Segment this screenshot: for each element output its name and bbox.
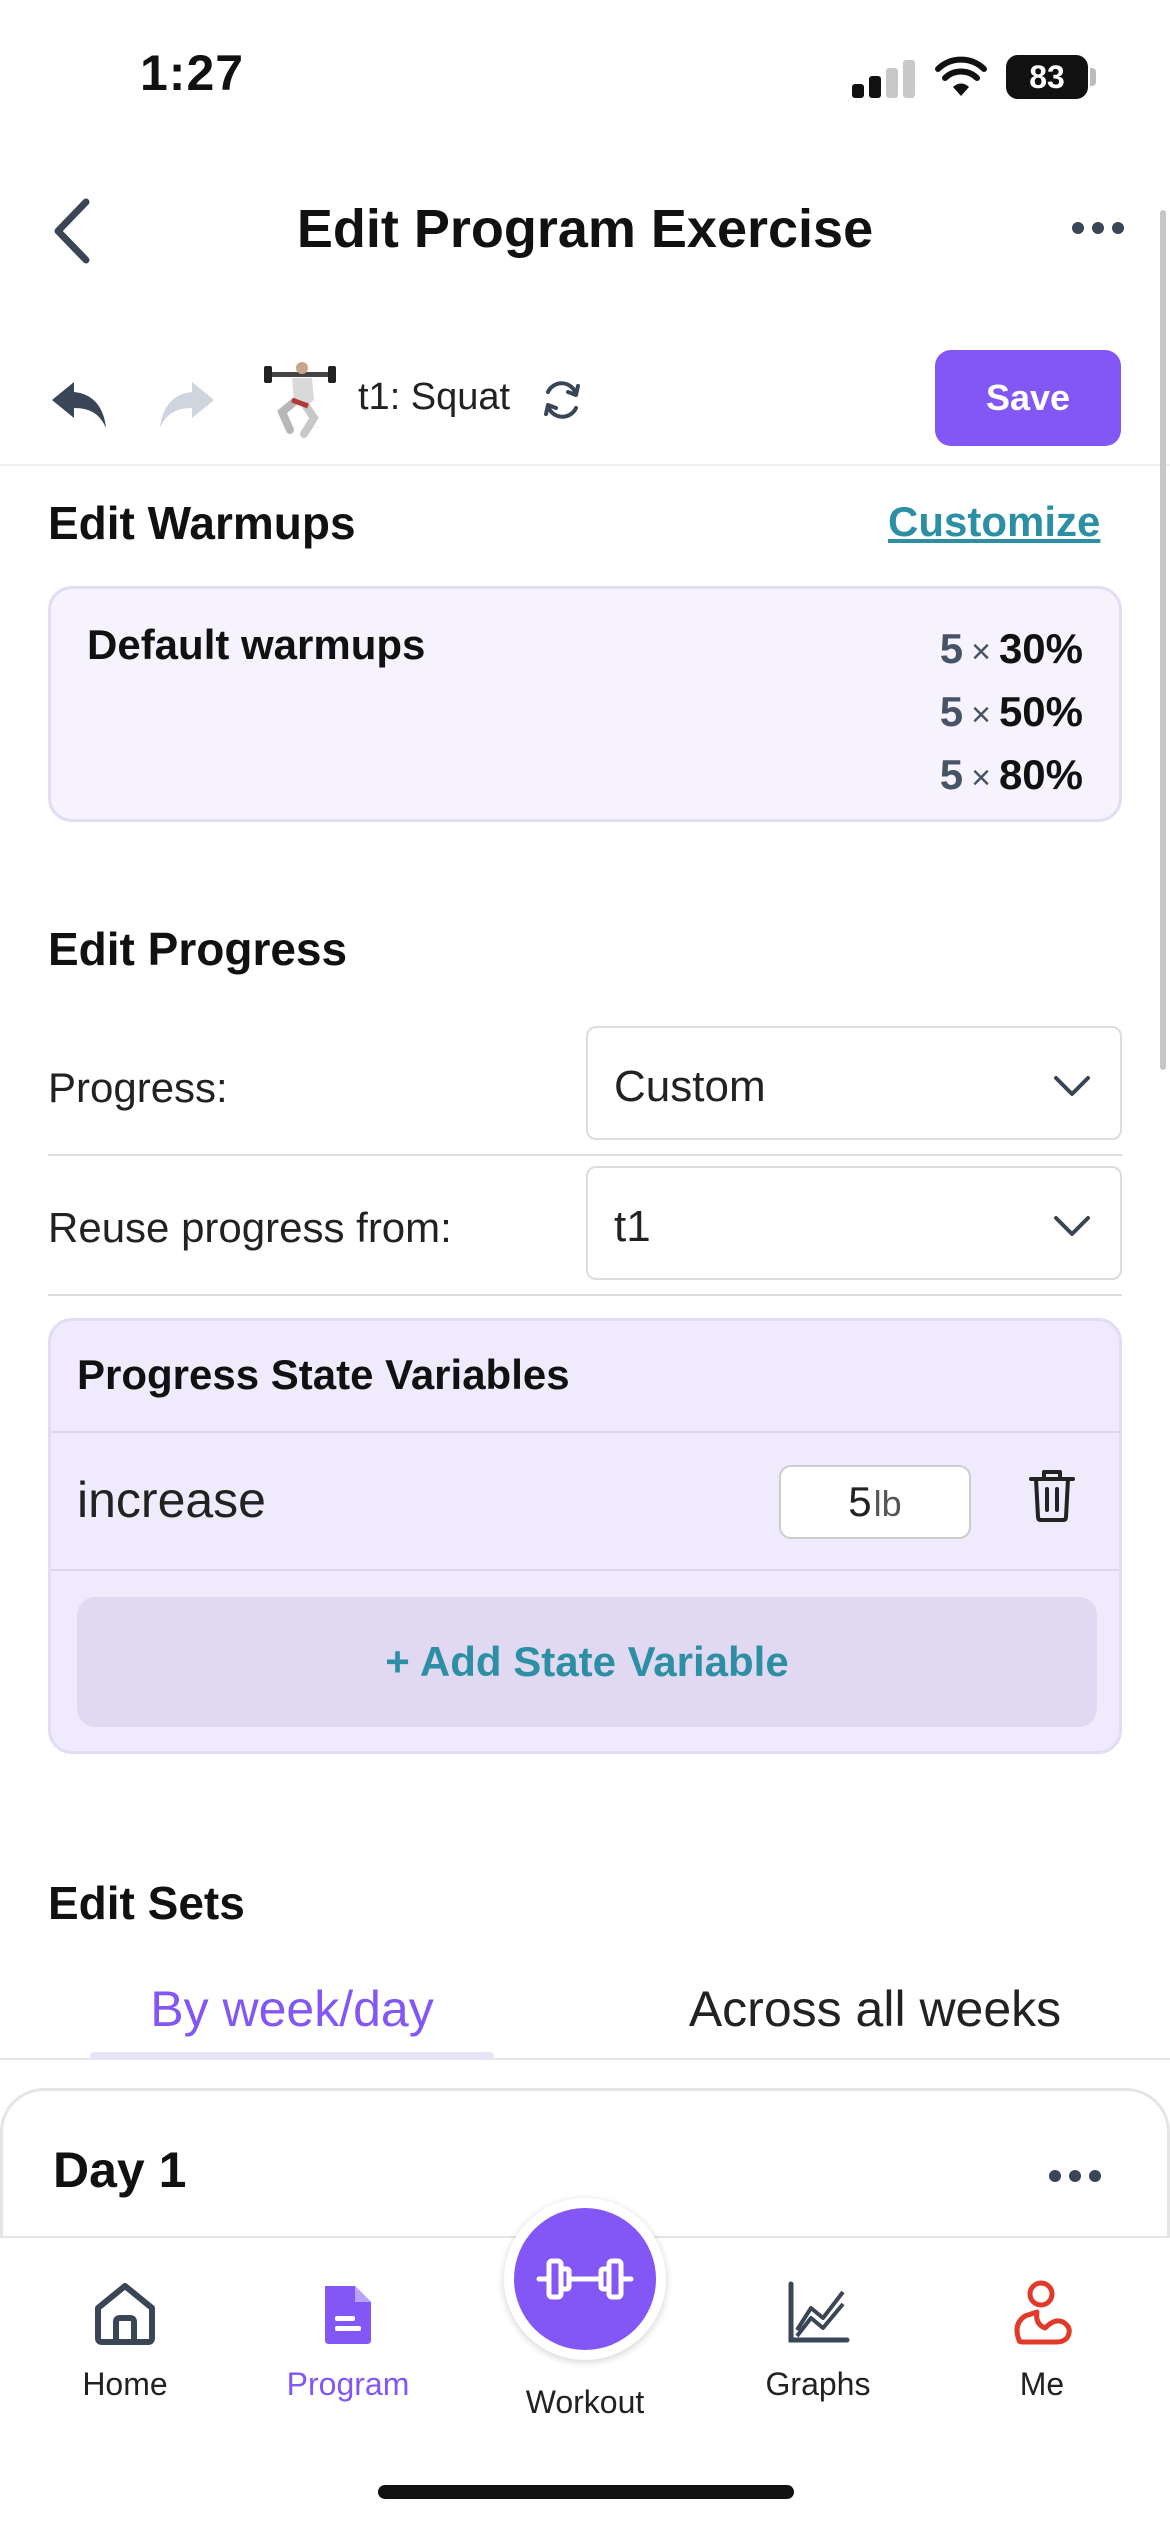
- undo-icon[interactable]: [44, 368, 114, 438]
- exercise-name[interactable]: t1: Squat: [358, 376, 510, 419]
- progress-type-row: Progress: Custom: [48, 1016, 1122, 1156]
- warmups-card: Default warmups 5 × 30% 5 × 50% 5 × 80%: [48, 586, 1122, 822]
- battery-indicator: 83: [1006, 55, 1088, 99]
- divider: [51, 1431, 1119, 1433]
- divider: [51, 1569, 1119, 1571]
- state-variables-title: Progress State Variables: [77, 1351, 570, 1398]
- nav-header: Edit Program Exercise: [0, 170, 1170, 290]
- warmup-row: 5 × 30%: [940, 619, 1083, 682]
- warmup-percent: 30%: [998, 625, 1083, 672]
- nav-program-label: Program: [286, 2366, 410, 2402]
- warmup-reps: 5: [939, 751, 964, 798]
- progress-section-title: Edit Progress: [48, 923, 348, 975]
- redo-icon[interactable]: [152, 368, 222, 438]
- battery-tip: [1090, 68, 1096, 86]
- nav-program[interactable]: Program: [248, 2278, 448, 2403]
- status-bar: 1:27 83: [0, 0, 1170, 150]
- reuse-progress-value: t1: [614, 1202, 651, 1251]
- document-icon: [325, 2286, 371, 2344]
- editor-toolbar: t1: Squat Save: [0, 340, 1170, 466]
- home-icon: [95, 2283, 155, 2345]
- chevron-down-icon: [1054, 1076, 1090, 1096]
- progress-type-label: Progress:: [48, 1064, 228, 1111]
- chart-icon: [788, 2281, 850, 2343]
- state-variable-name: increase: [77, 1472, 266, 1528]
- times-symbol: ×: [971, 696, 991, 734]
- warmup-percent: 50%: [998, 688, 1083, 735]
- signal-icon: [852, 58, 916, 98]
- reuse-progress-label: Reuse progress from:: [48, 1204, 452, 1251]
- nav-home-label: Home: [82, 2366, 168, 2402]
- wifi-icon: [935, 56, 987, 96]
- chevron-down-icon: [1054, 1216, 1090, 1236]
- refresh-icon[interactable]: [538, 376, 586, 424]
- warmups-section-title: Edit Warmups: [48, 497, 356, 549]
- times-symbol: ×: [971, 633, 991, 671]
- warmup-row: 5 × 80%: [940, 745, 1083, 808]
- nav-workout-label[interactable]: Workout: [485, 2384, 685, 2421]
- trash-icon[interactable]: [1027, 1467, 1077, 1523]
- ellipsis-icon[interactable]: [1045, 2161, 1105, 2191]
- warmups-label: Default warmups: [87, 621, 426, 668]
- warmup-reps: 5: [939, 625, 964, 672]
- sets-tabs: By week/day Across all weeks: [0, 1960, 1170, 2060]
- reuse-progress-row: Reuse progress from: t1: [48, 1156, 1122, 1296]
- nav-graphs-label: Graphs: [765, 2366, 871, 2402]
- page-title: Edit Program Exercise: [296, 199, 874, 259]
- ellipsis-icon[interactable]: [1068, 208, 1128, 248]
- state-variable-unit: lb: [873, 1483, 902, 1524]
- state-variable-input[interactable]: 5lb: [779, 1465, 971, 1539]
- nav-home[interactable]: Home: [25, 2278, 225, 2403]
- tab-across-all-weeks[interactable]: Across all weeks: [620, 1980, 1130, 2038]
- nav-me-label: Me: [1019, 2366, 1065, 2402]
- progress-type-select[interactable]: Custom: [586, 1026, 1122, 1140]
- warmup-row: 5 × 50%: [940, 682, 1083, 745]
- sets-section-title: Edit Sets: [48, 1877, 245, 1929]
- scrollbar[interactable]: [1160, 210, 1166, 1070]
- squat-exercise-icon: [264, 362, 336, 438]
- times-symbol: ×: [971, 759, 991, 797]
- save-button[interactable]: Save: [935, 350, 1121, 446]
- status-time: 1:27: [140, 45, 245, 101]
- dumbbell-icon: [536, 2258, 634, 2300]
- user-icon: [1014, 2280, 1072, 2345]
- warmups-list: 5 × 30% 5 × 50% 5 × 80%: [940, 619, 1083, 808]
- workout-fab[interactable]: [504, 2198, 666, 2360]
- nav-me[interactable]: Me: [942, 2278, 1142, 2403]
- customize-warmups-link[interactable]: Customize: [888, 498, 1100, 546]
- day-title: Day 1: [53, 2142, 187, 2198]
- warmup-percent: 80%: [998, 751, 1083, 798]
- tab-by-week-day[interactable]: By week/day: [90, 1980, 494, 2038]
- nav-graphs[interactable]: Graphs: [718, 2278, 918, 2403]
- reuse-progress-select[interactable]: t1: [586, 1166, 1122, 1280]
- workout-fab-inner: [514, 2208, 656, 2350]
- active-tab-indicator: [90, 2052, 494, 2060]
- home-indicator: [378, 2485, 794, 2499]
- warmup-reps: 5: [939, 688, 964, 735]
- state-variables-card: Progress State Variables increase 5lb + …: [48, 1318, 1122, 1754]
- progress-type-value: Custom: [614, 1062, 766, 1111]
- add-state-variable-button[interactable]: + Add State Variable: [77, 1597, 1097, 1727]
- state-variable-value: 5: [848, 1478, 872, 1525]
